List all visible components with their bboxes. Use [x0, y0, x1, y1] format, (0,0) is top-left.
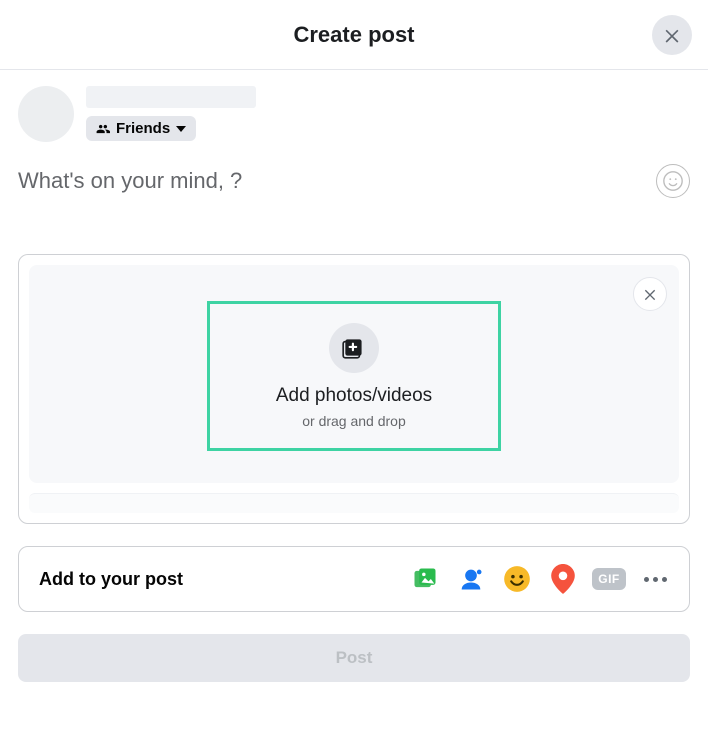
tag-person-icon [457, 565, 485, 593]
add-media-icon-circle [329, 323, 379, 373]
dialog-header: Create post [0, 0, 708, 70]
gif-icon: GIF [592, 568, 626, 590]
photo-icon [411, 565, 439, 593]
feeling-button[interactable] [503, 565, 531, 593]
author-row: Friends [0, 70, 708, 142]
close-icon [662, 25, 682, 45]
more-icon [644, 577, 667, 582]
post-button[interactable]: Post [18, 634, 690, 682]
media-extra-row [29, 493, 679, 513]
media-subtitle: or drag and drop [302, 413, 406, 429]
media-title: Add photos/videos [276, 385, 432, 407]
audience-selector[interactable]: Friends [86, 116, 196, 141]
gif-button[interactable]: GIF [595, 565, 623, 593]
close-icon [642, 286, 658, 302]
location-pin-icon [550, 564, 576, 594]
avatar[interactable] [18, 86, 74, 142]
add-to-post-label: Add to your post [39, 569, 183, 590]
photo-video-button[interactable] [411, 565, 439, 593]
media-section: Add photos/videos or drag and drop [18, 254, 690, 524]
close-button[interactable] [652, 15, 692, 55]
tag-people-button[interactable] [457, 565, 485, 593]
chevron-down-icon [176, 126, 186, 132]
add-photo-icon [341, 335, 367, 361]
author-name-placeholder [86, 86, 256, 108]
feeling-icon [503, 565, 531, 593]
add-to-post-icons: GIF [411, 565, 669, 593]
smile-icon [662, 170, 684, 192]
media-dropzone[interactable]: Add photos/videos or drag and drop [29, 265, 679, 483]
compose-row: What's on your mind, ? [0, 142, 708, 206]
more-button[interactable] [641, 565, 669, 593]
author-meta: Friends [86, 86, 256, 141]
emoji-picker-button[interactable] [656, 164, 690, 198]
friends-icon [96, 122, 110, 136]
media-highlight: Add photos/videos or drag and drop [207, 301, 501, 451]
add-to-post-bar: Add to your post GIF [18, 546, 690, 612]
media-close-button[interactable] [633, 277, 667, 311]
audience-label: Friends [116, 120, 170, 137]
check-in-button[interactable] [549, 565, 577, 593]
page-title: Create post [293, 22, 414, 48]
compose-input[interactable]: What's on your mind, ? [18, 168, 242, 194]
